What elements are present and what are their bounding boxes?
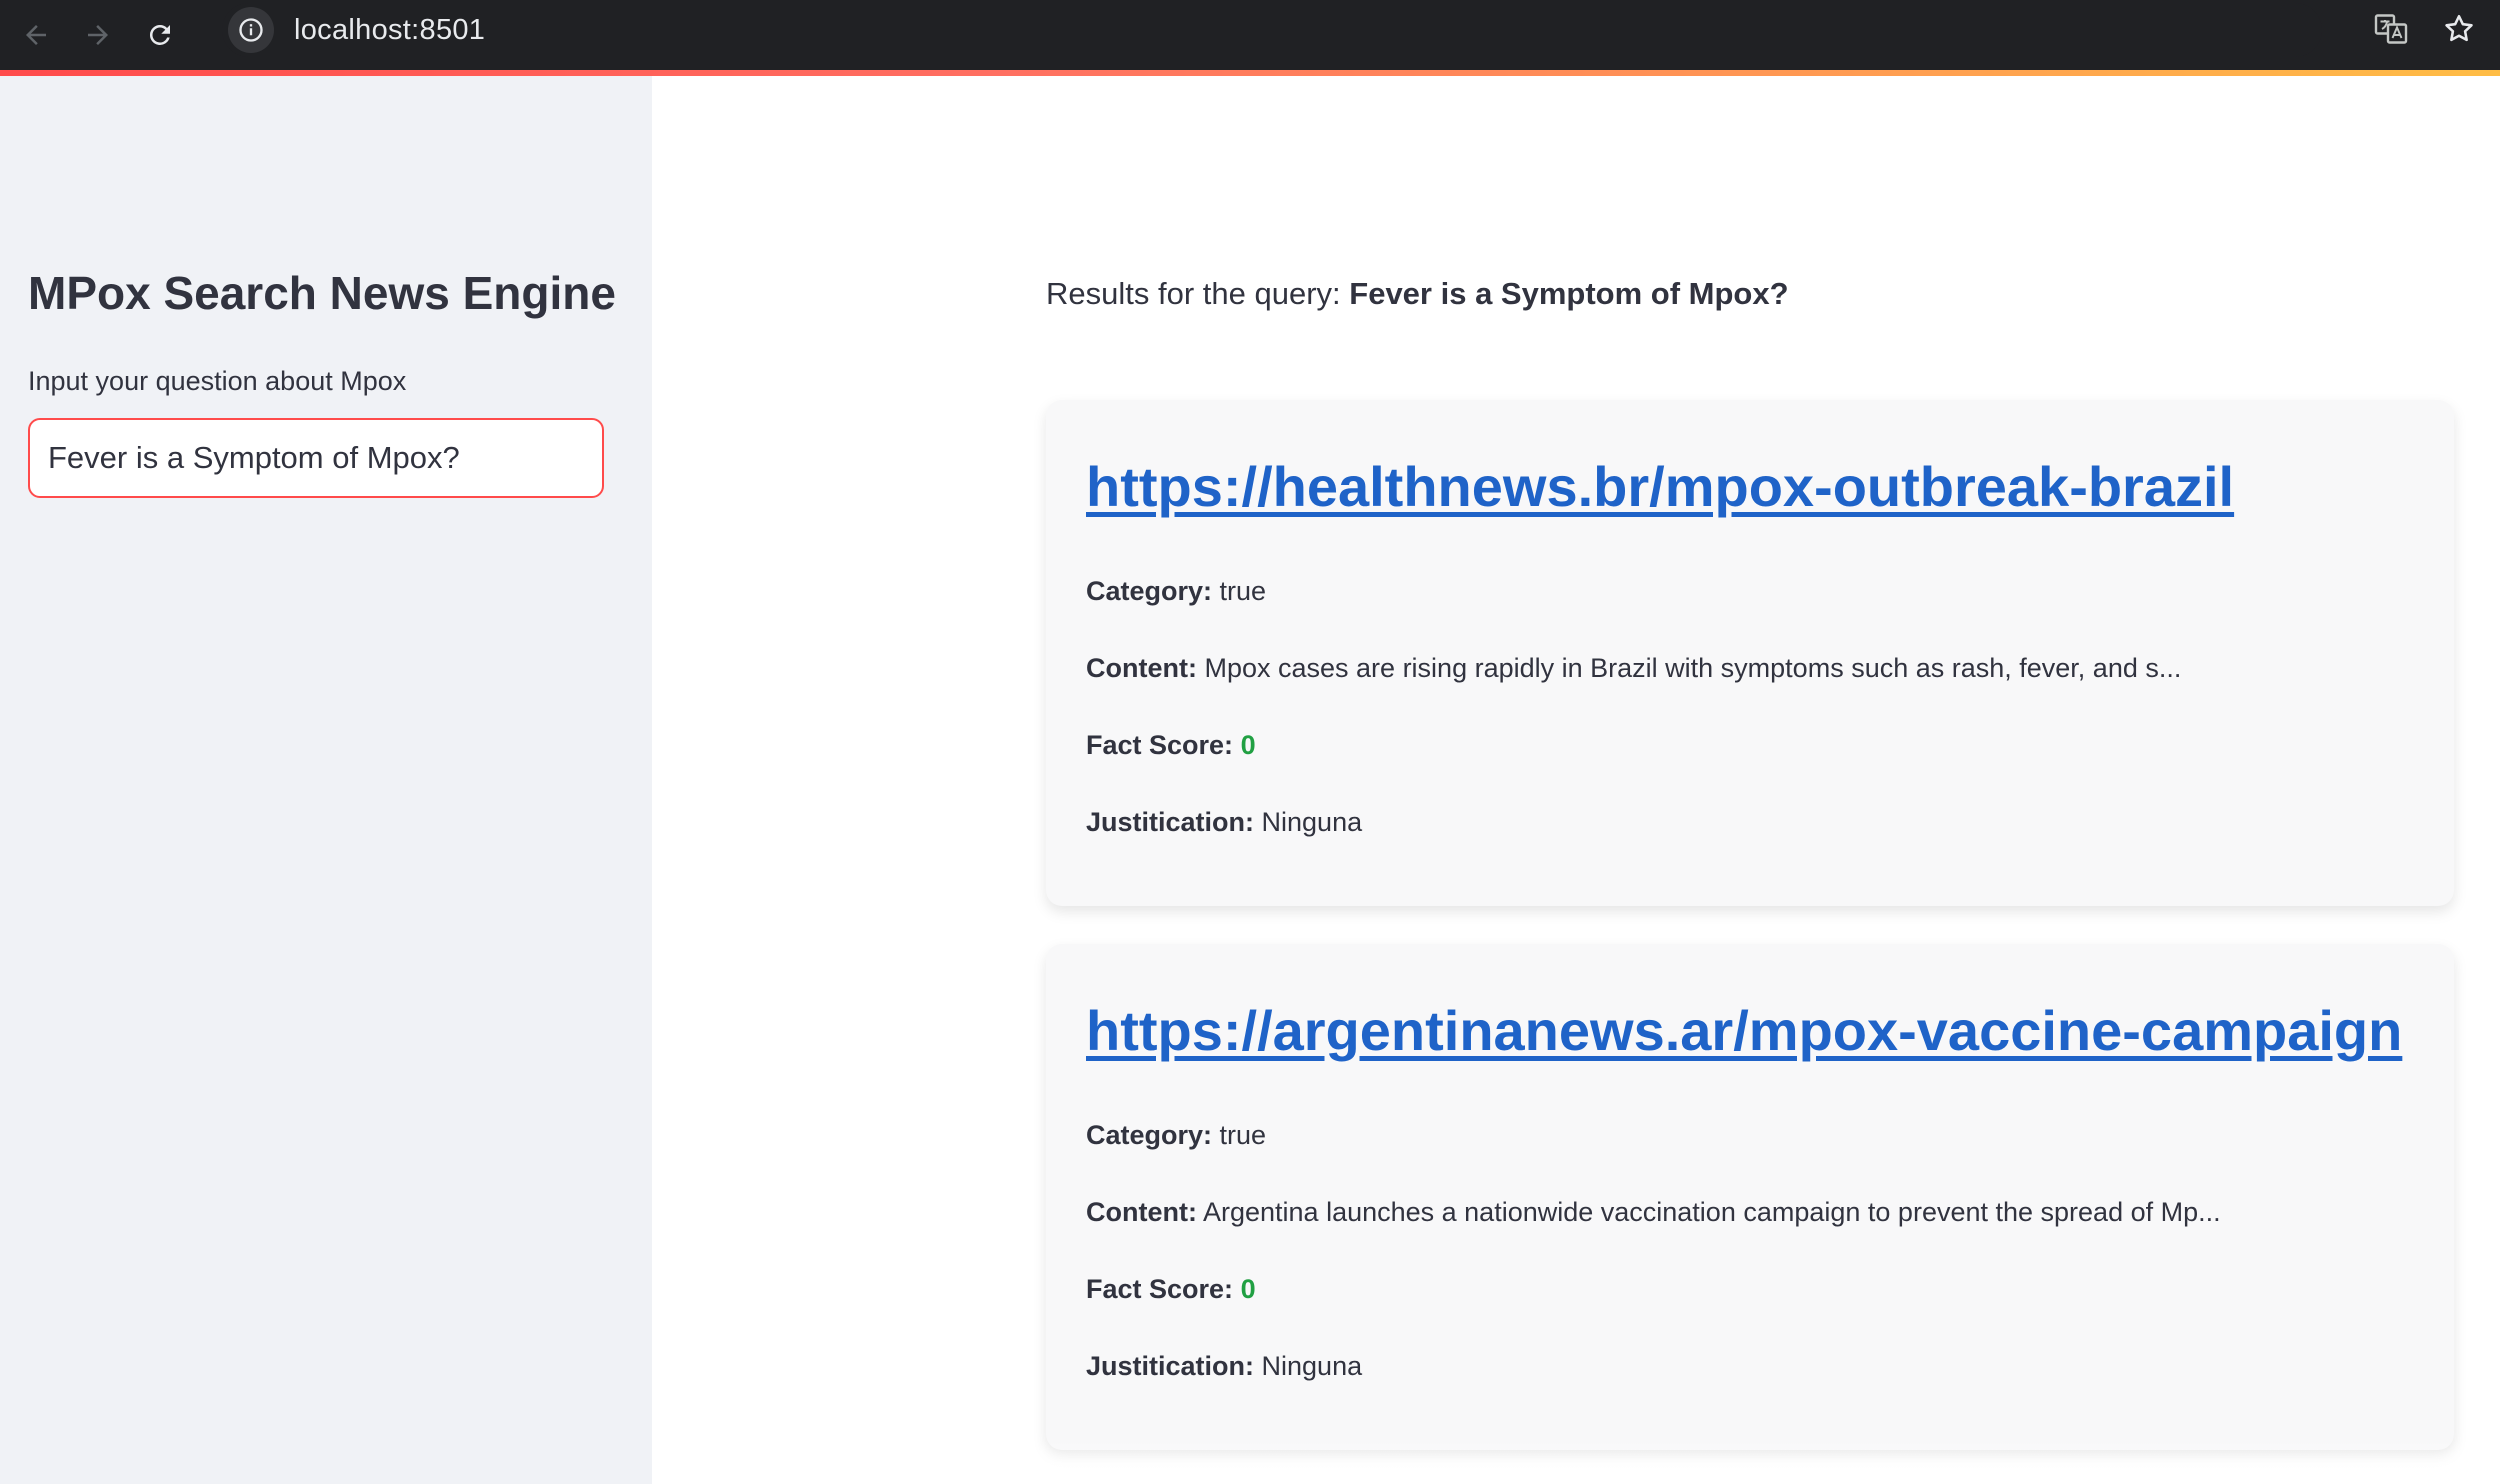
result-card: https://argentinanews.ar/mpox-vaccine-ca… xyxy=(1046,944,2454,1450)
scroll-fade xyxy=(652,1440,2500,1484)
result-fact-score: Fact Score: 0 xyxy=(1086,1274,1256,1305)
fact-score-label: Fact Score: xyxy=(1086,1274,1234,1304)
browser-toolbar: localhost:8501 xyxy=(0,0,2500,70)
result-justification: Justitication: Ninguna xyxy=(1086,807,1362,838)
category-label: Category: xyxy=(1086,576,1213,606)
result-justification: Justitication: Ninguna xyxy=(1086,1351,1362,1382)
address-url: localhost:8501 xyxy=(294,13,486,46)
question-input-label: Input your question about Mpox xyxy=(28,366,407,396)
result-content: Content: Mpox cases are rising rapidly i… xyxy=(1086,653,2181,684)
main-content: Results for the query: Fever is a Sympto… xyxy=(652,76,2500,1484)
fact-score-label: Fact Score: xyxy=(1086,730,1234,760)
justification-value: Ninguna xyxy=(1261,807,1363,837)
result-fact-score: Fact Score: 0 xyxy=(1086,730,1256,761)
content-value: Argentina launches a nationwide vaccinat… xyxy=(1202,1197,2221,1227)
reload-button[interactable] xyxy=(134,9,186,61)
app-title: MPox Search News Engine xyxy=(28,267,616,319)
result-card: https://healthnews.br/mpox-outbreak-braz… xyxy=(1046,400,2454,906)
result-link[interactable]: https://healthnews.br/mpox-outbreak-braz… xyxy=(1086,454,2234,519)
site-info-icon[interactable] xyxy=(228,7,274,53)
results-query: Fever is a Symptom of Mpox? xyxy=(1349,276,1789,311)
fact-score-value: 0 xyxy=(1240,1274,1256,1304)
address-bar[interactable]: localhost:8501 xyxy=(222,3,2322,57)
translate-icon[interactable] xyxy=(2370,8,2412,50)
result-link[interactable]: https://argentinanews.ar/mpox-vaccine-ca… xyxy=(1086,998,2402,1063)
content-label: Content: xyxy=(1086,653,1197,683)
category-value: true xyxy=(1219,576,1267,606)
back-button[interactable] xyxy=(10,9,62,61)
category-label: Category: xyxy=(1086,1120,1213,1150)
bookmark-star-icon[interactable] xyxy=(2438,8,2480,50)
forward-button[interactable] xyxy=(72,9,124,61)
arrow-right-icon xyxy=(88,25,108,45)
results-prefix: Results for the query: xyxy=(1046,276,1341,311)
result-category: Category: true xyxy=(1086,576,1266,607)
question-input[interactable] xyxy=(28,418,604,498)
result-category: Category: true xyxy=(1086,1120,1266,1151)
justification-label: Justitication: xyxy=(1086,1351,1255,1381)
fact-score-value: 0 xyxy=(1240,730,1256,760)
reload-icon xyxy=(149,24,170,45)
content-value: Mpox cases are rising rapidly in Brazil … xyxy=(1204,653,2182,683)
category-value: true xyxy=(1219,1120,1267,1150)
arrow-left-icon xyxy=(26,25,46,45)
justification-value: Ninguna xyxy=(1261,1351,1363,1381)
justification-label: Justitication: xyxy=(1086,807,1255,837)
result-content: Content: Argentina launches a nationwide… xyxy=(1086,1197,2221,1228)
content-label: Content: xyxy=(1086,1197,1197,1227)
results-header: Results for the query: Fever is a Sympto… xyxy=(1046,276,1789,312)
sidebar: MPox Search News Engine Input your quest… xyxy=(0,76,652,1484)
